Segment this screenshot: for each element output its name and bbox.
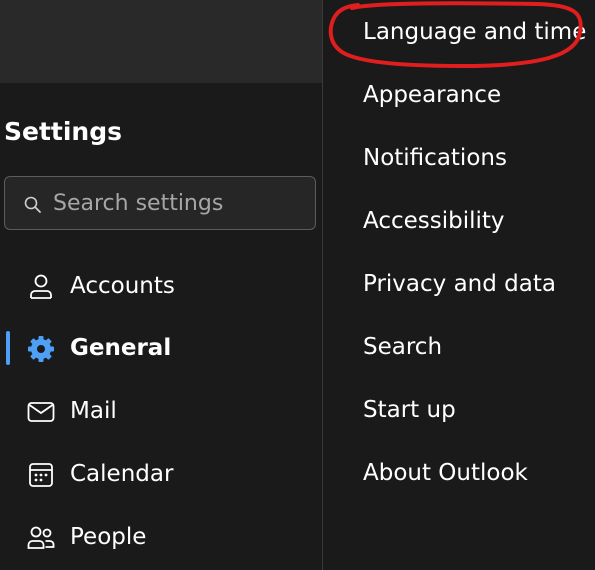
sidebar-item-label: General <box>70 335 172 361</box>
menu-item-about-outlook[interactable]: About Outlook <box>363 458 528 488</box>
menu-item-accessibility[interactable]: Accessibility <box>363 206 505 236</box>
sidebar-item-label: Mail <box>70 398 117 424</box>
people-icon <box>27 526 55 549</box>
menu-item-search[interactable]: Search <box>363 332 442 362</box>
sidebar-item-accounts[interactable]: Accounts <box>0 261 322 311</box>
menu-item-language-and-time[interactable]: Language and time <box>363 17 586 47</box>
menu-item-appearance[interactable]: Appearance <box>363 80 501 110</box>
menu-item-start-up[interactable]: Start up <box>363 395 456 425</box>
calendar-icon <box>29 463 53 487</box>
mail-icon <box>27 402 55 422</box>
gear-icon <box>28 336 54 362</box>
sidebar-item-calendar[interactable]: Calendar <box>0 449 322 499</box>
sidebar-item-general[interactable]: General <box>0 323 322 373</box>
search-icon <box>24 196 41 213</box>
settings-title: Settings <box>4 117 123 146</box>
search-placeholder: Search settings <box>53 191 224 216</box>
selected-indicator <box>6 331 10 365</box>
sidebar-item-label: People <box>70 524 147 550</box>
settings-window: Settings Search settings Accounts Genera… <box>0 0 595 570</box>
sidebar-item-mail[interactable]: Mail <box>0 386 322 436</box>
sidebar-item-label: Calendar <box>70 461 174 487</box>
sidebar-header-band <box>0 0 322 83</box>
general-submenu: Language and time Appearance Notificatio… <box>323 0 595 570</box>
settings-sidebar: Settings Search settings Accounts Genera… <box>0 0 322 570</box>
person-icon <box>30 274 52 299</box>
search-settings-input[interactable]: Search settings <box>4 176 316 230</box>
menu-item-privacy-and-data[interactable]: Privacy and data <box>363 269 556 299</box>
menu-item-notifications[interactable]: Notifications <box>363 143 507 173</box>
sidebar-item-label: Accounts <box>70 273 175 299</box>
sidebar-item-people[interactable]: People <box>0 512 322 562</box>
